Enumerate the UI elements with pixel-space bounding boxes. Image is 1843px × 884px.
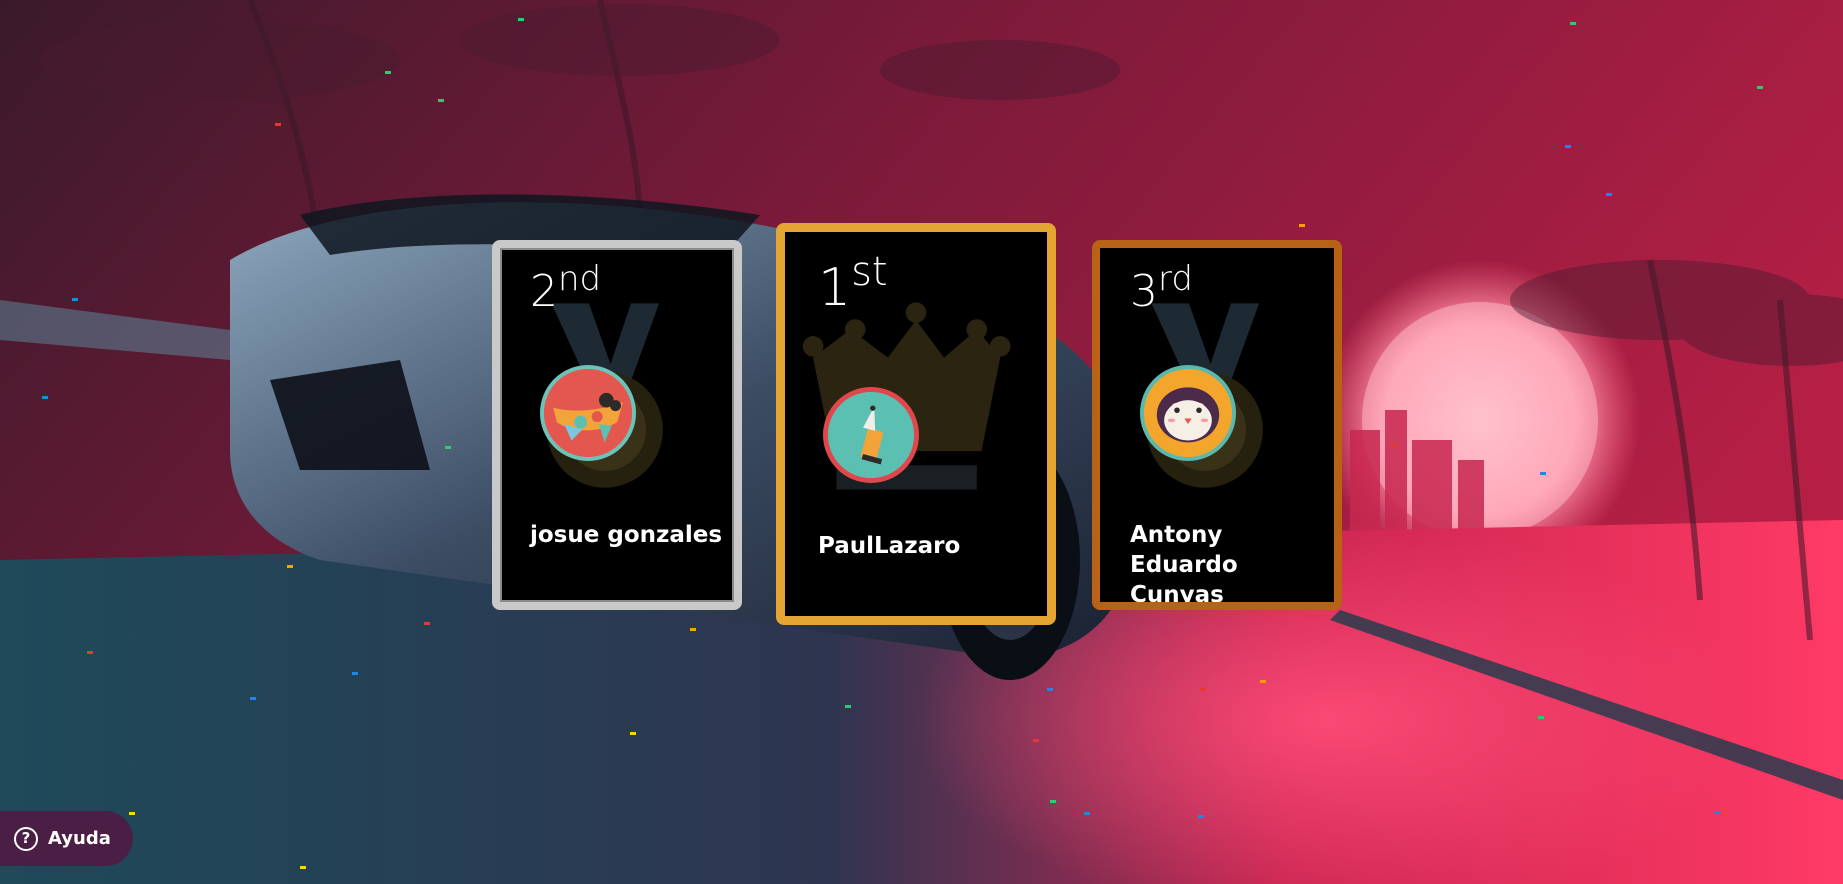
penguin-avatar-icon: [1140, 365, 1236, 461]
player-name: PaulLazaro: [818, 533, 961, 559]
player-name: josue gonzales: [530, 522, 723, 548]
help-button[interactable]: ? Ayuda: [0, 811, 133, 866]
question-mark-icon: ?: [14, 826, 38, 851]
rank-label: 2nd: [530, 259, 602, 317]
rank-label: 1st: [818, 249, 888, 318]
rank-label: 3rd: [1130, 259, 1193, 317]
toy-plane-avatar-icon: [540, 365, 636, 461]
player-name: Antony Eduardo Cunyas: [1130, 522, 1238, 608]
podium-card-third: 3rd Antony Eduardo Cunyas: [1092, 240, 1342, 610]
pen-nib-avatar-icon: [823, 387, 919, 483]
help-button-label: Ayuda: [48, 828, 111, 849]
podium-card-second: 2nd josue gonzales: [492, 240, 742, 610]
podium-card-first: 1st PaulLazaro: [776, 223, 1056, 625]
